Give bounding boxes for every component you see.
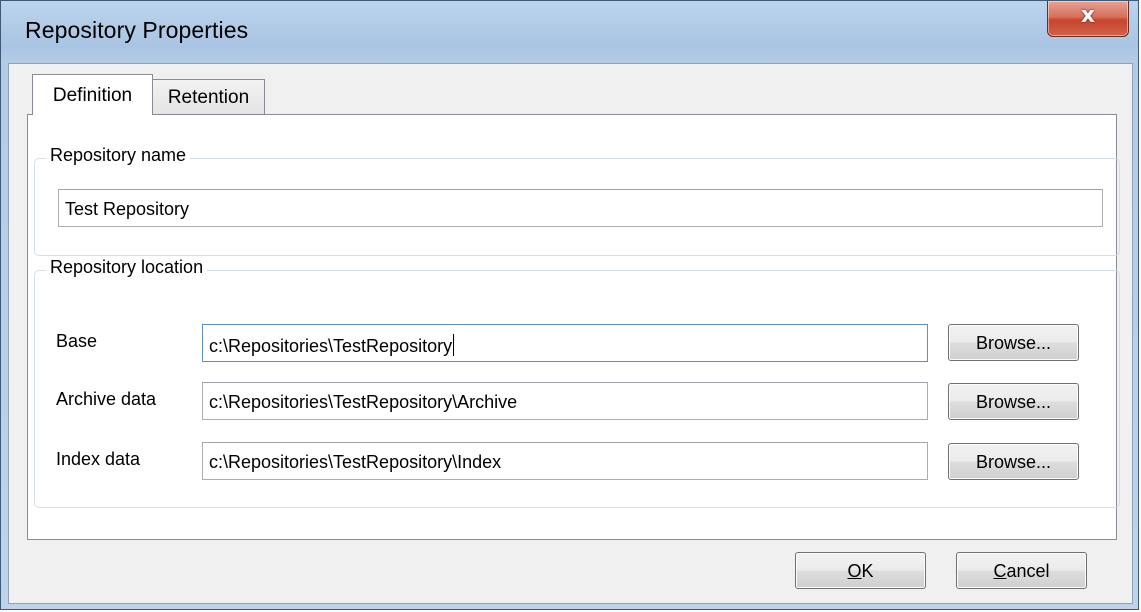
archive-data-label: Archive data [56, 389, 157, 409]
window-title: Repository Properties [25, 17, 249, 43]
close-button[interactable]: x [1047, 1, 1129, 37]
index-data-label: Index data [56, 449, 141, 469]
tab-definition[interactable]: Definition [32, 74, 153, 115]
base-browse-button[interactable]: Browse... [948, 324, 1079, 361]
repository-name-group: Repository name Test Repository [34, 145, 1120, 256]
repository-name-legend: Repository name [46, 145, 191, 166]
title-bar[interactable]: Repository Properties x [1, 1, 1138, 63]
repository-location-legend: Repository location [46, 257, 208, 278]
index-data-browse-button[interactable]: Browse... [948, 443, 1079, 480]
archive-data-browse-button[interactable]: Browse... [948, 383, 1079, 420]
archive-data-path-input[interactable]: c:\Repositories\TestRepository\Archive [202, 382, 928, 420]
close-icon: x [1080, 3, 1096, 28]
tab-panel-definition: Repository name Test Repository Reposito… [27, 114, 1120, 540]
repository-name-input[interactable]: Test Repository [58, 189, 1103, 227]
dialog-client-area: Definition Retention Repository name Tes… [8, 63, 1133, 604]
base-path-input[interactable]: c:\Repositories\TestRepository [202, 324, 928, 362]
text-caret [453, 334, 455, 356]
base-path-value: c:\Repositories\TestRepository [209, 336, 453, 356]
tab-retention[interactable]: Retention [152, 79, 265, 115]
index-data-path-input[interactable]: c:\Repositories\TestRepository\Index [202, 442, 928, 480]
repository-location-group: Repository location Base c:\Repositories… [34, 257, 1120, 508]
cancel-button[interactable]: Cancel [956, 552, 1087, 589]
ok-button[interactable]: OK [795, 552, 926, 589]
dialog-window: Repository Properties x Definition Reten… [0, 0, 1139, 610]
base-label: Base [56, 331, 98, 351]
